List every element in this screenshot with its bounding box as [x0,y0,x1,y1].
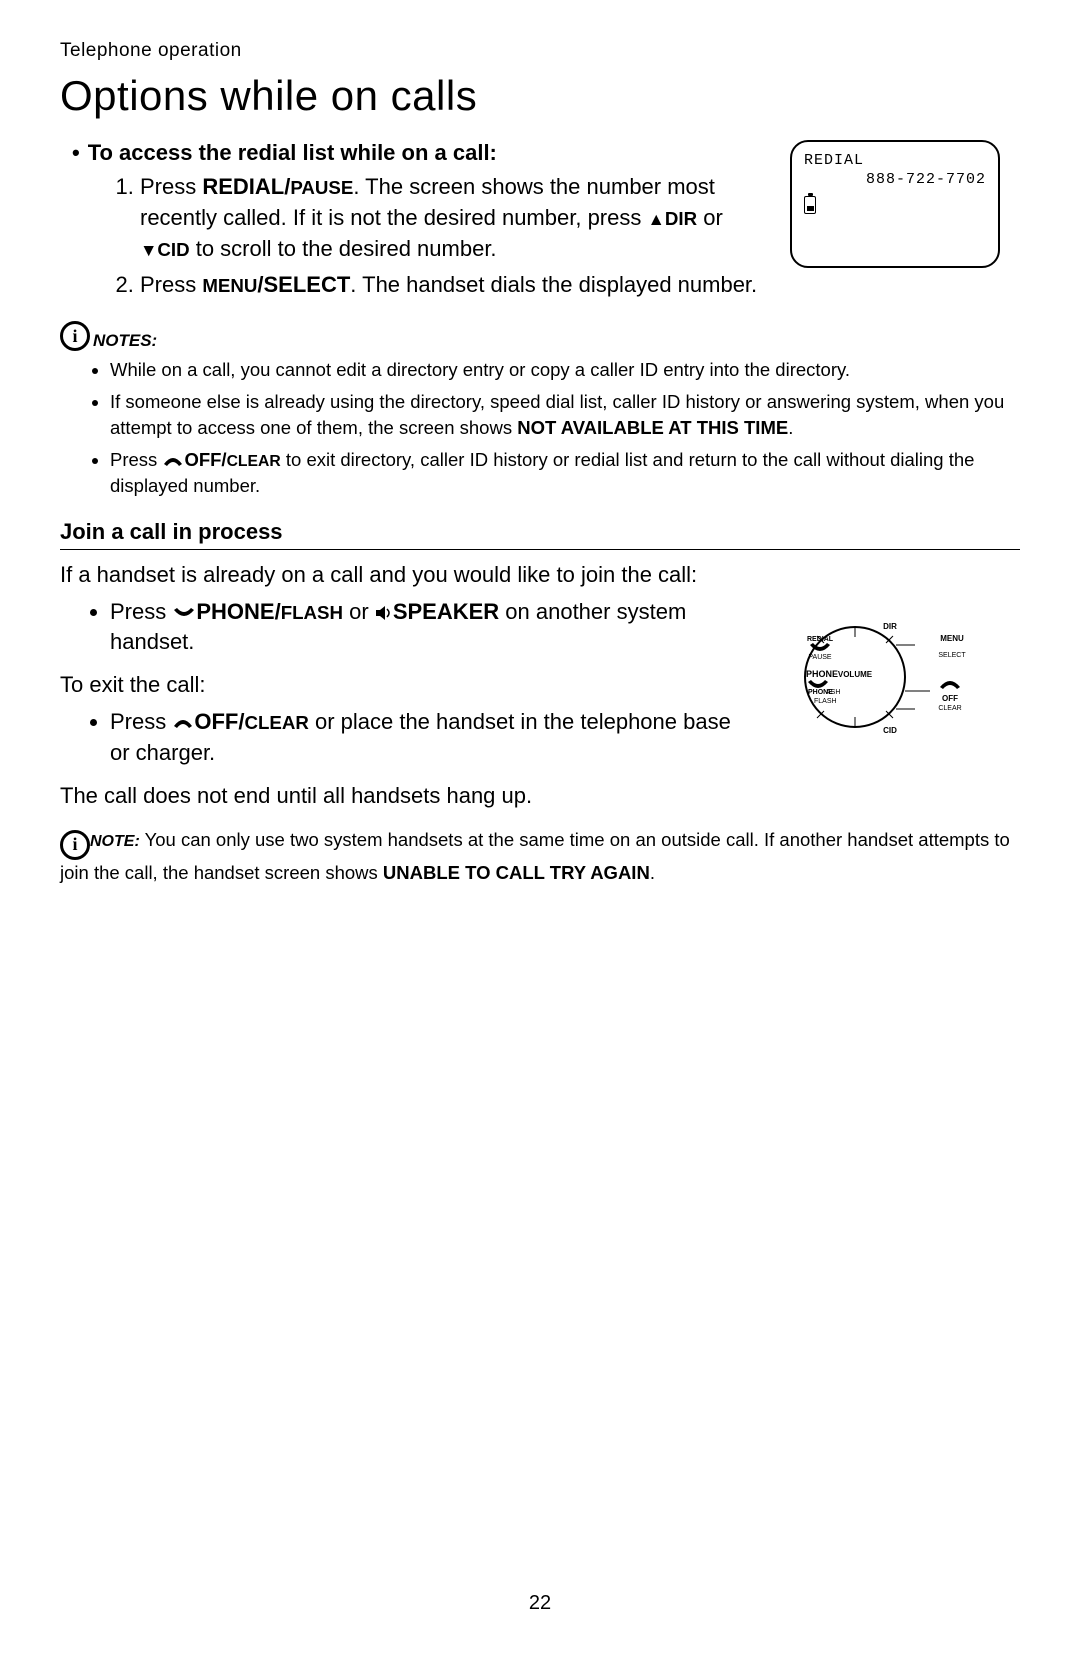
diagram-select: SELECT [938,652,966,659]
notes-header: i NOTES: [60,321,1020,351]
sub-heading: Join a call in process [60,519,1020,550]
diagram-pause: PAUSE [808,654,832,661]
diagram-off: OFF [942,694,958,703]
off-handset-icon [172,716,194,730]
note-item: Press OFF/CLEAR to exit directory, calle… [110,447,1020,499]
handset-diagram: VOLUME PHONE PHONE ASH FLASH DIR REDIAL [780,615,1000,740]
off-handset-icon [162,454,184,468]
call-end-note: The call does not end until all handsets… [60,781,1020,812]
diagram-phone: PHONE [806,669,838,679]
screen-line-1: REDIAL [804,152,986,169]
screen-line-2: 888-722-7702 [804,171,986,188]
join-intro: If a handset is already on a call and yo… [60,560,1020,591]
notes-label: NOTES: [93,331,157,351]
diagram-menu: MENU [940,634,964,643]
note-item: If someone else is already using the dir… [110,389,1020,441]
diagram-cid: CID [883,726,897,735]
speaker-icon [375,605,393,621]
page-title: Options while on calls [60,72,1020,120]
info-icon: i [60,830,90,860]
note-item: While on a call, you cannot edit a direc… [110,357,1020,383]
page-number: 22 [0,1592,1080,1615]
phone-handset-icon [172,606,196,620]
up-arrow-icon [647,205,664,230]
diagram-flash: FLASH [814,698,837,705]
final-note: iNOTE: You can only use two system hands… [60,827,1020,885]
battery-icon [804,196,816,214]
page: Telephone operation Options while on cal… [0,0,1080,1665]
diagram-clear: CLEAR [938,705,961,712]
down-arrow-icon [140,236,157,261]
notes-list: While on a call, you cannot edit a direc… [60,357,1020,499]
header-line: Telephone operation [60,40,1020,62]
diagram-ash: ASH [826,689,840,696]
diagram-dir: DIR [883,622,897,631]
handset-screen: REDIAL 888-722-7702 [790,140,1000,268]
info-icon: i [60,321,90,351]
step-item: Press MENU/SELECT. The handset dials the… [140,270,1020,301]
diagram-volume: VOLUME [838,670,873,679]
